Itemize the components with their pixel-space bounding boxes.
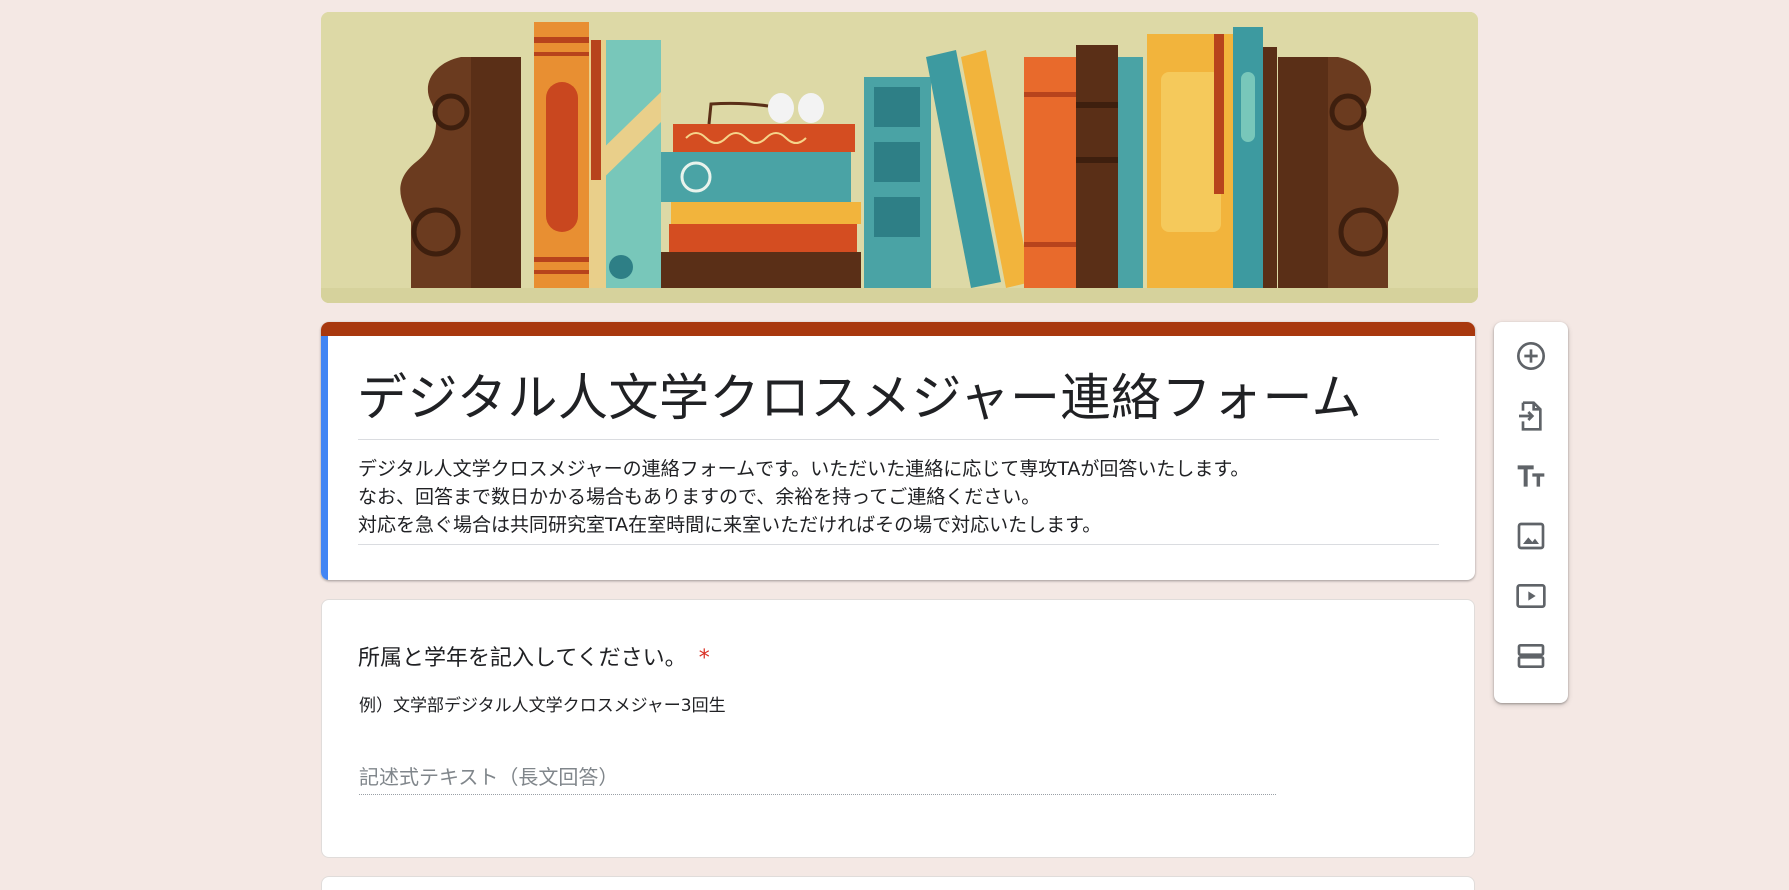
form-title[interactable]: デジタル人文学クロスメジャー連絡フォーム	[357, 358, 1362, 430]
long-answer-field[interactable]	[359, 760, 1276, 795]
import-questions-button[interactable]	[1507, 392, 1555, 440]
add-section-button[interactable]	[1507, 632, 1555, 680]
description-line: デジタル人文学クロスメジャーの連絡フォームです。いただいた連絡に応じて専攻TAが…	[358, 458, 1250, 480]
question-card[interactable]: 所属と学年を記入してください。 * 例）文学部デジタル人文学クロスメジャー3回生	[321, 599, 1475, 858]
section-icon	[1517, 644, 1545, 668]
question-title-text: 所属と学年を記入してください。	[358, 646, 687, 671]
add-image-button[interactable]	[1507, 512, 1555, 560]
form-header-card[interactable]: デジタル人文学クロスメジャー連絡フォーム デジタル人文学クロスメジャーの連絡フォ…	[321, 322, 1475, 580]
add-question-button[interactable]	[1507, 332, 1555, 380]
floating-toolbar	[1494, 322, 1568, 703]
image-icon	[1517, 522, 1545, 550]
description-divider	[358, 544, 1439, 545]
question-help-text: 例）文学部デジタル人文学クロスメジャー3回生	[359, 696, 726, 716]
theme-color-strip	[321, 322, 1475, 336]
active-card-indicator	[321, 336, 328, 580]
add-video-button[interactable]	[1507, 572, 1555, 620]
header-banner-image	[321, 12, 1478, 303]
form-description[interactable]: デジタル人文学クロスメジャーの連絡フォームです。いただいた連絡に応じて専攻TAが…	[358, 455, 1448, 539]
required-asterisk: *	[698, 646, 710, 671]
description-line: なお、回答まで数日かかる場合もありますので、余裕を持ってご連絡ください。	[358, 486, 1041, 508]
form-editor-page: デジタル人文学クロスメジャー連絡フォーム デジタル人文学クロスメジャーの連絡フォ…	[0, 0, 1789, 890]
plus-circle-icon	[1517, 342, 1545, 370]
question-card-next[interactable]	[321, 876, 1475, 890]
description-line: 対応を急ぐ場合は共同研究室TA在室時間に来室いただければその場で対応いたします。	[358, 514, 1102, 536]
video-icon	[1516, 584, 1546, 608]
add-title-description-button[interactable]	[1507, 452, 1555, 500]
text-title-icon	[1517, 465, 1545, 487]
title-divider	[358, 439, 1439, 440]
import-file-icon	[1519, 401, 1542, 431]
question-title: 所属と学年を記入してください。 *	[358, 640, 710, 672]
